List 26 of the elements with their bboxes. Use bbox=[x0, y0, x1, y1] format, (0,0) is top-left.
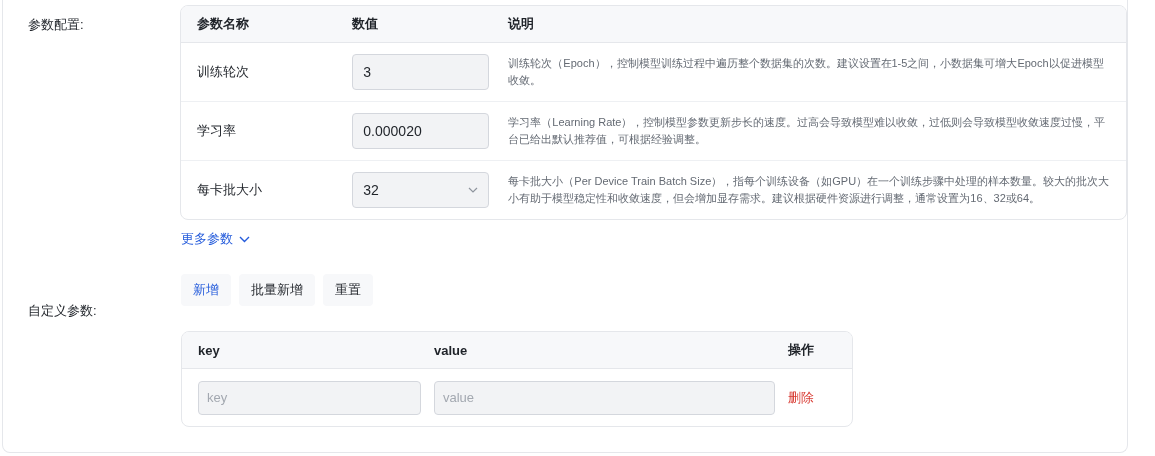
param-description: 学习率（Learning Rate），控制模型参数更新步长的速度。过高会导致模型难以收敛，过低则会导致模型收敛速度过慢，平台已给出默认推荐值，可根据经验调整。 bbox=[508, 115, 1107, 147]
param-name: 每卡批大小 bbox=[197, 181, 264, 199]
action-button[interactable]: 重置 bbox=[323, 274, 373, 306]
action-button[interactable]: 批量新增 bbox=[239, 274, 315, 306]
column-header: 说明 bbox=[508, 15, 536, 33]
delete-link[interactable]: 删除 bbox=[788, 390, 814, 405]
field-label: 参数配置: bbox=[27, 16, 85, 34]
value-input[interactable]: value bbox=[434, 380, 775, 415]
param-description: 训练轮次（Epoch），控制模型训练过程中遍历整个数据集的次数。建议设置在1-5之间，小数据集可增大Epoch以促进模型收敛。 bbox=[508, 56, 1105, 88]
key-input[interactable]: key bbox=[198, 380, 421, 415]
column-header: 参数名称 bbox=[197, 15, 251, 33]
chevron-down-icon bbox=[468, 187, 479, 193]
column-header: key bbox=[198, 342, 221, 358]
input-field[interactable]: 0.000020 bbox=[352, 113, 490, 149]
more-params-link[interactable]: 更多参数 bbox=[181, 230, 250, 248]
param-name: 训练轮次 bbox=[197, 63, 251, 81]
chevron-down-icon bbox=[239, 235, 250, 243]
param-description: 每卡批大小（Per Device Train Batch Size），指每个训练设备（如GPU）在一个训练步骤中处理的样本数量。较大的批次大小有助于模型稳定性和收敛速度，但会增加显存需求。建议根据硬件资源进行调整，通常设置为16、32或64。 bbox=[508, 174, 1111, 206]
column-header: 操作 bbox=[788, 341, 815, 359]
input-field[interactable]: 3 bbox=[352, 54, 490, 90]
action-button[interactable]: 新增 bbox=[181, 274, 231, 306]
param-name: 学习率 bbox=[197, 122, 238, 140]
field-label: 自定义参数: bbox=[27, 302, 98, 320]
select-field[interactable]: 32 bbox=[352, 172, 490, 208]
column-header: 数值 bbox=[352, 15, 380, 33]
column-header: value bbox=[434, 342, 469, 358]
